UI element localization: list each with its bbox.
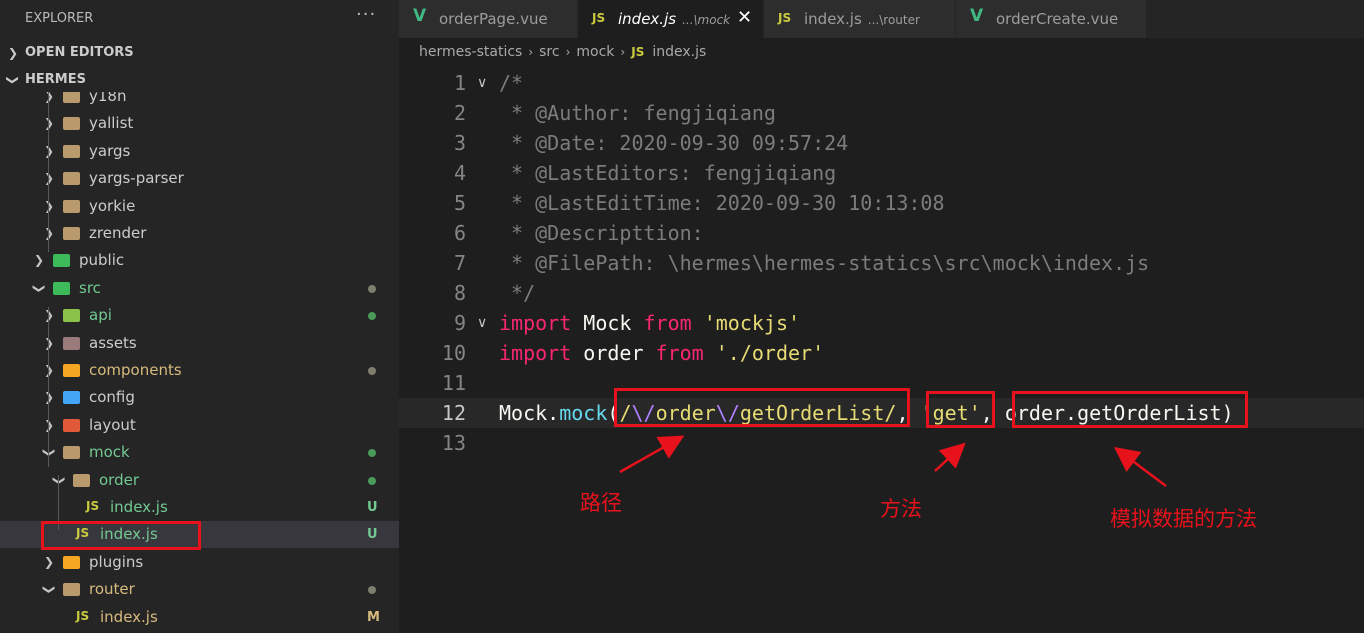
method-annotation: 方法 — [880, 497, 922, 521]
mock-fn-annotation: 模拟数据的方法 — [1110, 507, 1257, 531]
path-annotation: 路径 — [580, 491, 622, 515]
method-arrow — [934, 442, 966, 472]
path-arrow — [619, 435, 685, 474]
mock-fn-arrow — [1114, 447, 1167, 487]
annotation-arrows — [619, 435, 1167, 487]
